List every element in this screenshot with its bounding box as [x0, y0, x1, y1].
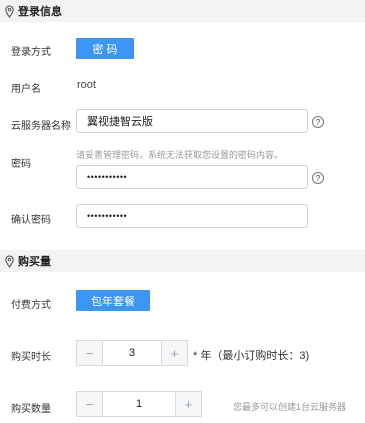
quantity-stepper: − 1 +: [76, 391, 202, 417]
quantity-value[interactable]: 1: [103, 392, 175, 416]
location-pin-icon: [5, 254, 14, 268]
purchase-title: 购买量: [18, 256, 51, 268]
password-method-button[interactable]: 密 码: [76, 38, 134, 59]
username-value: root: [77, 79, 96, 91]
duration-stepper: − 3 +: [76, 340, 188, 366]
login-info-header: 登录信息: [0, 0, 365, 22]
server-name-label: 云服务器名称: [11, 121, 71, 132]
duration-increment-button[interactable]: +: [161, 341, 187, 365]
confirm-password-input[interactable]: •••••••••••: [76, 204, 308, 228]
confirm-password-label: 确认密码: [11, 215, 51, 226]
payment-method-label: 付费方式: [11, 300, 51, 311]
username-label: 用户名: [11, 84, 41, 95]
help-icon[interactable]: ?: [312, 172, 324, 184]
purchase-header: 购买量: [0, 250, 365, 272]
duration-decrement-button[interactable]: −: [77, 341, 103, 365]
password-input[interactable]: •••••••••••: [76, 165, 308, 189]
help-icon[interactable]: ?: [312, 116, 324, 128]
quantity-increment-button[interactable]: +: [175, 392, 201, 416]
server-name-input[interactable]: 翼视捷智云版: [76, 109, 308, 133]
password-hint: 请妥善管理密码，系统无法获取您设置的密码内容。: [76, 150, 284, 160]
login-method-label: 登录方式: [11, 47, 51, 58]
login-info-title: 登录信息: [18, 6, 62, 18]
annual-package-button[interactable]: 包年套餐: [76, 290, 150, 311]
duration-suffix: * 年（最小订购时长：3): [193, 350, 310, 362]
quantity-hint: 您最多可以创建1台云服务器: [233, 402, 347, 412]
quantity-label: 购买数量: [11, 404, 51, 415]
password-label: 密码: [11, 159, 31, 170]
duration-label: 购买时长: [11, 352, 51, 363]
duration-value[interactable]: 3: [103, 341, 161, 365]
quantity-decrement-button[interactable]: −: [77, 392, 103, 416]
location-pin-icon: [5, 4, 14, 18]
